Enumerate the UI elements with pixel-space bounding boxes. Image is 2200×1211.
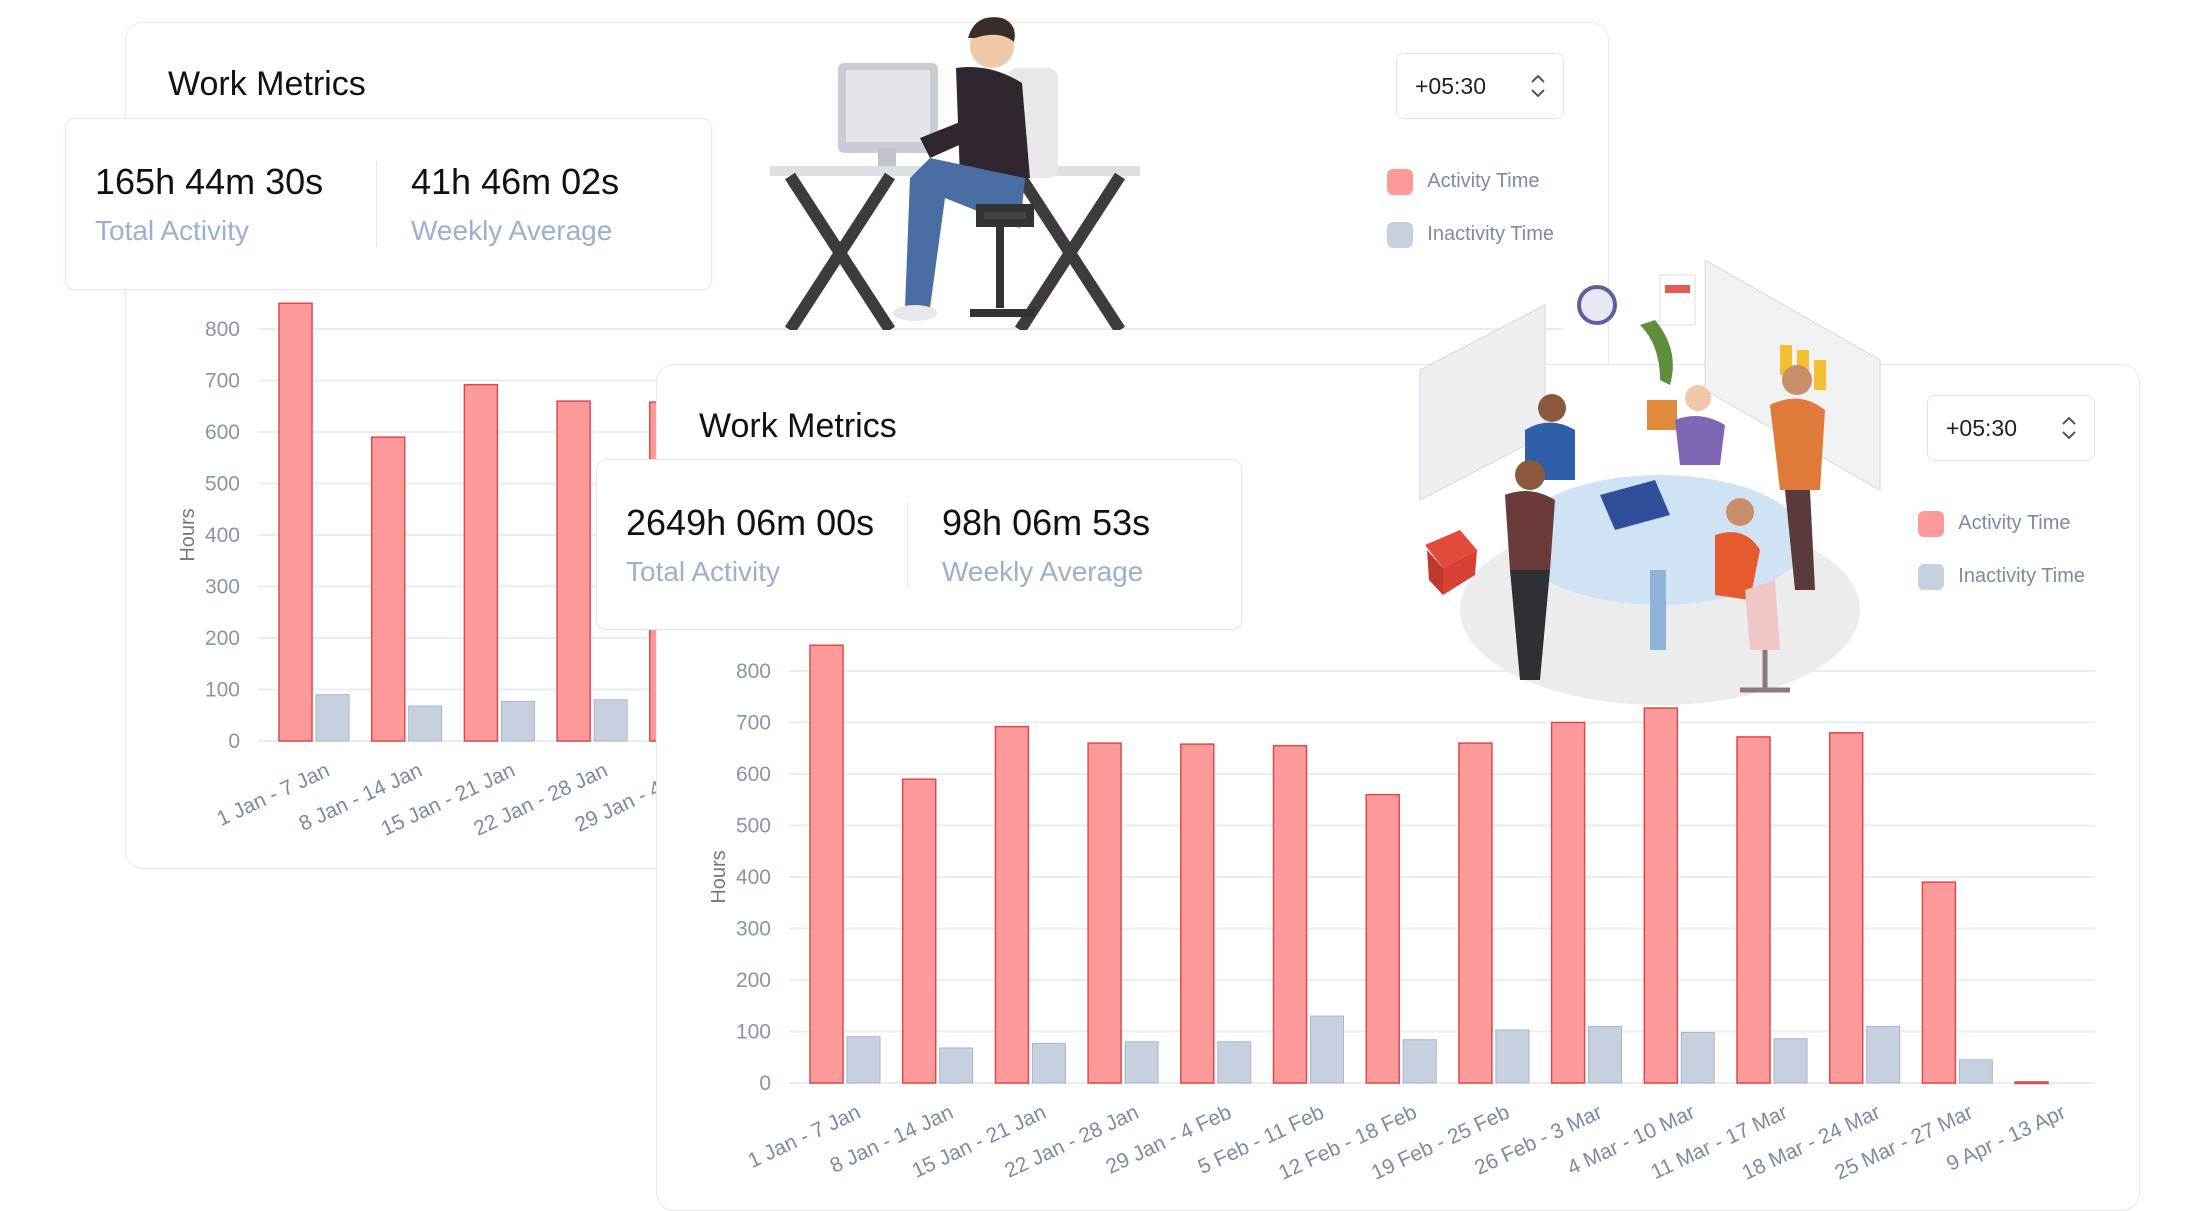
stat-label: Weekly Average — [942, 555, 1144, 587]
inactivity-bar — [593, 699, 628, 742]
activity-bar — [1180, 743, 1215, 1084]
inactivity-bar — [1866, 1025, 1901, 1084]
activity-bar — [2014, 1081, 2049, 1085]
stat-label: Weekly Average — [411, 215, 613, 246]
y-tick-label: 600 — [205, 421, 240, 444]
stat-label: Total Activity — [95, 215, 250, 246]
activity-swatch — [1387, 168, 1414, 195]
inactivity-bar — [1310, 1015, 1344, 1084]
y-tick-label: 200 — [205, 627, 240, 650]
card-title: Work Metrics — [168, 65, 366, 103]
total-activity-stat: 2649h 06m 00s Total Activity — [597, 502, 907, 588]
y-tick-label: 100 — [736, 1021, 771, 1044]
y-tick-label: 300 — [205, 576, 240, 599]
y-tick-label: 700 — [205, 370, 240, 393]
inactivity-bar — [939, 1047, 974, 1084]
inactivity-bar — [1217, 1041, 1252, 1084]
stat-label: Total Activity — [626, 555, 781, 587]
activity-bar — [809, 644, 844, 1084]
y-tick-label: 500 — [205, 473, 240, 496]
chevron-up-down-icon — [2062, 416, 2076, 440]
weekly-average-stat: 41h 46m 02s Weekly Average — [376, 161, 686, 247]
activity-bar — [278, 302, 313, 742]
inactivity-bar — [1680, 1032, 1715, 1084]
activity-bar — [1921, 881, 1957, 1084]
total-activity-stat: 165h 44m 30s Total Activity — [66, 161, 376, 247]
timezone-value: +05:30 — [1946, 414, 2017, 441]
inactivity-bar — [1773, 1038, 1808, 1084]
activity-bar — [1643, 707, 1679, 1084]
legend-activity[interactable]: Activity Time — [1918, 497, 2085, 550]
inactivity-bar — [500, 700, 535, 742]
inactivity-bar — [408, 705, 443, 742]
legend-activity[interactable]: Activity Time — [1387, 155, 1554, 208]
inactivity-bar — [1402, 1039, 1437, 1084]
person-at-desk-illustration — [770, 17, 1140, 330]
legend-label: Inactivity Time — [1427, 223, 1554, 245]
activity-bar — [556, 400, 591, 742]
y-tick-label: 100 — [205, 679, 240, 702]
activity-bar — [1828, 732, 1864, 1084]
legend-label: Activity Time — [1958, 512, 2071, 534]
stat-value: 165h 44m 30s — [95, 161, 324, 202]
timezone-select[interactable]: +05:30 — [1396, 53, 1564, 119]
stats-summary: 2649h 06m 00s Total Activity 98h 06m 53s W… — [596, 459, 1242, 630]
y-tick-label: 500 — [736, 815, 771, 838]
y-axis-label: Hours — [177, 508, 199, 561]
y-tick-label: 400 — [205, 524, 240, 547]
y-tick-label: 600 — [736, 763, 771, 786]
inactivity-bar — [1495, 1029, 1530, 1084]
timezone-select[interactable]: +05:30 — [1927, 395, 2095, 461]
activity-bar — [463, 383, 499, 742]
legend-label: Inactivity Time — [1958, 565, 2085, 587]
inactivity-bar — [1124, 1041, 1159, 1084]
y-tick-label: 0 — [759, 1072, 771, 1095]
stat-value: 41h 46m 02s — [411, 161, 620, 202]
inactivity-swatch — [1918, 563, 1945, 590]
y-tick-label: 0 — [228, 730, 240, 753]
activity-bar — [1550, 721, 1586, 1084]
y-axis-label: Hours — [708, 850, 730, 903]
activity-bar — [1458, 742, 1493, 1084]
chevron-up-down-icon — [1531, 74, 1545, 98]
activity-bar — [1087, 742, 1122, 1084]
y-tick-label: 800 — [205, 318, 240, 341]
inactivity-bar — [1031, 1042, 1066, 1084]
activity-bar — [1365, 793, 1400, 1084]
activity-swatch — [1918, 510, 1945, 537]
inactivity-bar — [1588, 1025, 1623, 1084]
timezone-value: +05:30 — [1415, 72, 1486, 99]
activity-bar — [994, 725, 1030, 1084]
card-title: Work Metrics — [699, 407, 897, 445]
legend-inactivity[interactable]: Inactivity Time — [1918, 550, 2085, 603]
stat-value: 2649h 06m 00s — [626, 501, 875, 543]
chart-legend: Activity Time Inactivity Time — [1918, 497, 2085, 603]
inactivity-bar — [846, 1036, 881, 1084]
weekly-average-stat: 98h 06m 53s Weekly Average — [907, 501, 1217, 588]
inactivity-swatch — [1387, 221, 1414, 248]
activity-bar — [1736, 736, 1771, 1084]
chart-legend: Activity Time Inactivity Time — [1387, 155, 1554, 261]
activity-bar — [370, 436, 406, 742]
y-tick-label: 400 — [736, 866, 771, 889]
y-tick-label: 300 — [736, 918, 771, 941]
team-meeting-illustration — [1419, 259, 1881, 705]
inactivity-bar — [315, 694, 350, 742]
stats-summary: 165h 44m 30s Total Activity 41h 46m 02s We… — [65, 118, 712, 290]
y-tick-label: 200 — [736, 969, 771, 992]
activity-bar — [1272, 744, 1308, 1084]
activity-bar — [901, 778, 937, 1084]
y-tick-label: 700 — [736, 712, 771, 735]
inactivity-bar — [1958, 1059, 1993, 1084]
y-tick-label: 800 — [736, 660, 771, 683]
legend-label: Activity Time — [1427, 170, 1540, 192]
stat-value: 98h 06m 53s — [942, 501, 1151, 543]
